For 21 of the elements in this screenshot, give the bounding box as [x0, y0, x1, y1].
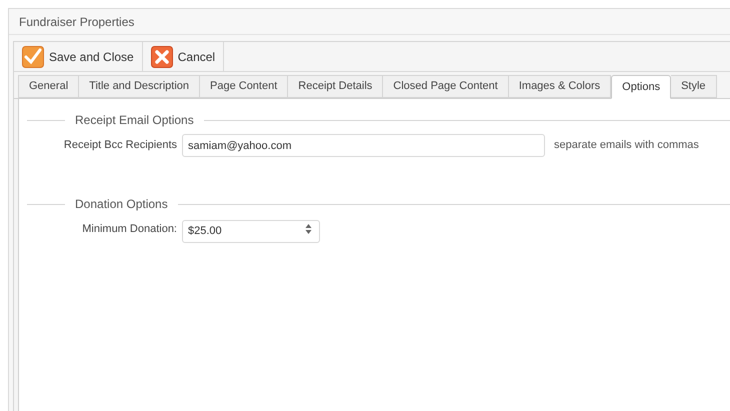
- tab[interactable]: General: [18, 75, 80, 98]
- tab[interactable]: Closed Page Content: [383, 75, 509, 98]
- input-field[interactable]: samiam@yahoo.com: [182, 134, 545, 157]
- check-icon: [22, 46, 44, 68]
- field-label: Minimum Donation:: [81, 222, 178, 238]
- hint-text: separate emails with commas: [554, 138, 699, 154]
- tab[interactable]: Title and Description: [79, 75, 200, 98]
- close-icon: [150, 46, 173, 68]
- tab[interactable]: Options: [611, 75, 672, 99]
- save-button[interactable]: Save and Close: [14, 42, 143, 71]
- cancel-button[interactable]: Cancel: [142, 42, 224, 71]
- spinner-field[interactable]: $25.00: [182, 220, 320, 242]
- spinner-arrows-icon[interactable]: [305, 223, 312, 235]
- tab[interactable]: Page Content: [200, 75, 288, 98]
- tab[interactable]: Receipt Details: [288, 75, 384, 98]
- tab[interactable]: Images & Colors: [508, 75, 612, 98]
- tab[interactable]: Style: [671, 75, 717, 98]
- section-legend: Donation Options: [65, 195, 178, 213]
- section-legend: Receipt Email Options: [65, 111, 204, 129]
- window-title: Fundraiser Properties: [19, 14, 134, 30]
- field-label: Receipt Bcc Recipients: [62, 138, 178, 154]
